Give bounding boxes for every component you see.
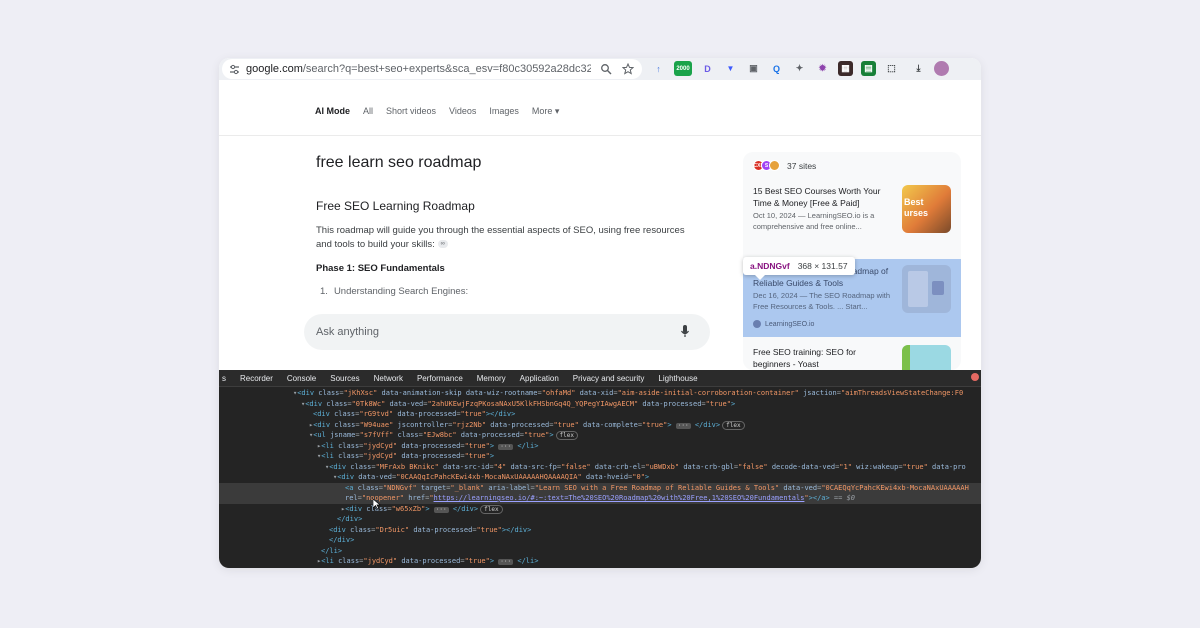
dom-node[interactable]: ▾<div class="MFrAxb BKnikc" data-src-id=… [219, 462, 981, 473]
dom-node[interactable]: <div class="Dr5uic" data-processed="true… [219, 525, 981, 536]
source-title: Free SEO training: SEO for beginners - Y… [753, 347, 856, 369]
tab-console[interactable]: Console [280, 374, 323, 383]
mic-icon[interactable] [680, 324, 690, 340]
zoom-icon[interactable] [600, 62, 612, 80]
dom-node[interactable]: ▸<div class="W94uae" jscontroller="rjz2N… [219, 420, 981, 431]
puzzle-icon[interactable]: ⬚ [884, 61, 899, 76]
answer-title: Free SEO Learning Roadmap [316, 199, 475, 213]
dom-node[interactable]: ▸<div class="w65xZb"> ··· </div> flex [219, 504, 981, 515]
d-ext-icon[interactable]: D [700, 61, 715, 76]
dom-node[interactable]: </div> [219, 514, 981, 525]
source-site: LearningSEO.io [753, 320, 814, 328]
extensions-row: ↑ 2000 D ▼ ▣ Q ✦ ✹ ▦ ▤ ⬚ ⤓ [651, 61, 949, 76]
step-item: 1. Understanding Search Engines: [320, 286, 468, 297]
close-icon[interactable] [971, 373, 979, 381]
search-tabs: AI Mode All Short videos Videos Images M… [315, 106, 559, 117]
dom-node[interactable]: ▾<div class="0Tk8Wc" data-ved="2ahUKEwjF… [219, 399, 981, 410]
dom-node[interactable]: </li> [219, 546, 981, 557]
tabs-divider [219, 135, 981, 136]
tab-all[interactable]: All [363, 106, 373, 117]
url-path: /search?q=best+seo+experts&sca_esv=f80c3… [302, 63, 591, 75]
tab-privacy[interactable]: Privacy and security [566, 374, 652, 383]
tab-videos[interactable]: Videos [449, 106, 476, 117]
gear-ext-icon[interactable]: ✹ [815, 61, 830, 76]
link-icon[interactable]: ∞ [437, 240, 448, 249]
dom-node[interactable]: ▾<ul jsname="s7fVff" class="EJw8bc" data… [219, 430, 981, 441]
dom-node[interactable]: ▸<li class="jydCyd" data-processed="true… [219, 441, 981, 452]
devtools-tabs: s Recorder Console Sources Network Perfo… [219, 370, 981, 387]
tab-sources[interactable]: Sources [323, 374, 366, 383]
profile-avatar[interactable] [934, 61, 949, 76]
dom-node[interactable]: </div> [219, 535, 981, 546]
tab-more[interactable]: More ▾ [532, 106, 560, 117]
address-bar[interactable]: google.com/search?q=best+seo+experts&sca… [222, 59, 642, 79]
thumbnail-text: Best urses [904, 197, 929, 218]
tab-memory[interactable]: Memory [470, 374, 513, 383]
url-text: google.com/search?q=best+seo+experts&sca… [246, 63, 591, 75]
tag-ext-icon[interactable]: ✦ [792, 61, 807, 76]
step-text: Understanding Search Engines: [333, 286, 469, 297]
rocket-ext-icon[interactable]: ↑ [651, 61, 666, 76]
favicon [769, 160, 780, 171]
extension-badge: 2000 [676, 65, 690, 72]
dom-node[interactable]: ▾<div class="jKhXsc" data-animation-skip… [219, 388, 981, 399]
devtools-tab[interactable]: s [219, 374, 233, 383]
tab-recorder[interactable]: Recorder [233, 374, 280, 383]
answer-text: This roadmap will guide you through the … [316, 225, 685, 250]
url-host: google.com [246, 63, 303, 75]
devtools-panel: s Recorder Console Sources Network Perfo… [219, 370, 981, 568]
source-card[interactable]: Free SEO training: SEO for beginners - Y… [743, 339, 961, 370]
source-snippet: Oct 10, 2024 — LearningSEO.io is a compr… [753, 211, 875, 231]
tab-images[interactable]: Images [489, 106, 519, 117]
tooltip-selector: a.NDNGvf [750, 261, 790, 271]
v-ext-icon[interactable]: ▼ [723, 61, 738, 76]
answer-body: This roadmap will guide you through the … [316, 224, 696, 252]
q-ext-icon[interactable]: Q [769, 61, 784, 76]
dom-node[interactable]: ▾<div data-ved="0CAAQqIcPahcKEwi4xb-Moca… [219, 472, 981, 483]
sheet-ext-icon[interactable]: ▤ [861, 61, 876, 76]
source-card[interactable]: 15 Best SEO Courses Worth Your Time & Mo… [743, 182, 961, 257]
browser-window: google.com/search?q=best+seo+experts&sca… [219, 58, 981, 568]
camera-ext-icon[interactable]: ▣ [746, 61, 761, 76]
tab-performance[interactable]: Performance [410, 374, 470, 383]
star-icon[interactable] [621, 62, 635, 80]
sources-header[interactable]: CXL S 37 sites [753, 160, 816, 171]
source-thumbnail [902, 265, 951, 313]
dom-tree: ▾<div class="jKhXsc" data-animation-skip… [219, 388, 981, 567]
tab-short-videos[interactable]: Short videos [386, 106, 436, 117]
browser-toolbar: google.com/search?q=best+seo+experts&sca… [219, 58, 981, 80]
query-heading: free learn seo roadmap [316, 154, 482, 171]
grammar-ext-icon[interactable]: 2000 [674, 61, 692, 76]
source-snippet: Dec 16, 2024 — The SEO Roadmap with Free… [753, 291, 891, 311]
tab-network[interactable]: Network [367, 374, 410, 383]
source-title: 15 Best SEO Courses Worth Your Time & Mo… [753, 186, 881, 208]
source-thumbnail: Best urses [902, 185, 951, 233]
tab-application[interactable]: Application [513, 374, 566, 383]
tab-lighthouse[interactable]: Lighthouse [651, 374, 704, 383]
inspect-tooltip: a.NDNGvf 368 × 131.57 [743, 257, 855, 280]
download-icon[interactable]: ⤓ [911, 61, 926, 76]
dom-node[interactable]: <div class="rG9tvd" data-processed="true… [219, 409, 981, 420]
dom-node[interactable]: ▾<li class="jydCyd" data-processed="true… [219, 451, 981, 462]
tab-ai-mode[interactable]: AI Mode [315, 106, 350, 117]
dom-node-selected[interactable]: <a class="NDNGvf" target="_blank" aria-l… [219, 482, 981, 493]
sites-count: 37 sites [787, 160, 817, 171]
phase-heading: Phase 1: SEO Fundamentals [316, 263, 445, 274]
ask-input[interactable]: Ask anything [304, 314, 710, 350]
site-name: LearningSEO.io [765, 320, 815, 328]
site-favicon-icon [753, 320, 761, 328]
dom-node[interactable]: ▸<li class="jydCyd" data-processed="true… [219, 556, 981, 567]
grid-ext-icon[interactable]: ▦ [838, 61, 853, 76]
tune-icon[interactable] [228, 63, 240, 75]
ask-placeholder: Ask anything [316, 326, 379, 338]
dom-node-selected[interactable]: rel="noopener" href="https://learningseo… [219, 493, 981, 504]
mouse-cursor-icon [372, 496, 381, 510]
source-thumbnail [902, 345, 951, 370]
search-page: AI Mode All Short videos Videos Images M… [219, 80, 981, 370]
step-number: 1. [320, 286, 328, 297]
tooltip-size: 368 × 131.57 [797, 261, 848, 271]
